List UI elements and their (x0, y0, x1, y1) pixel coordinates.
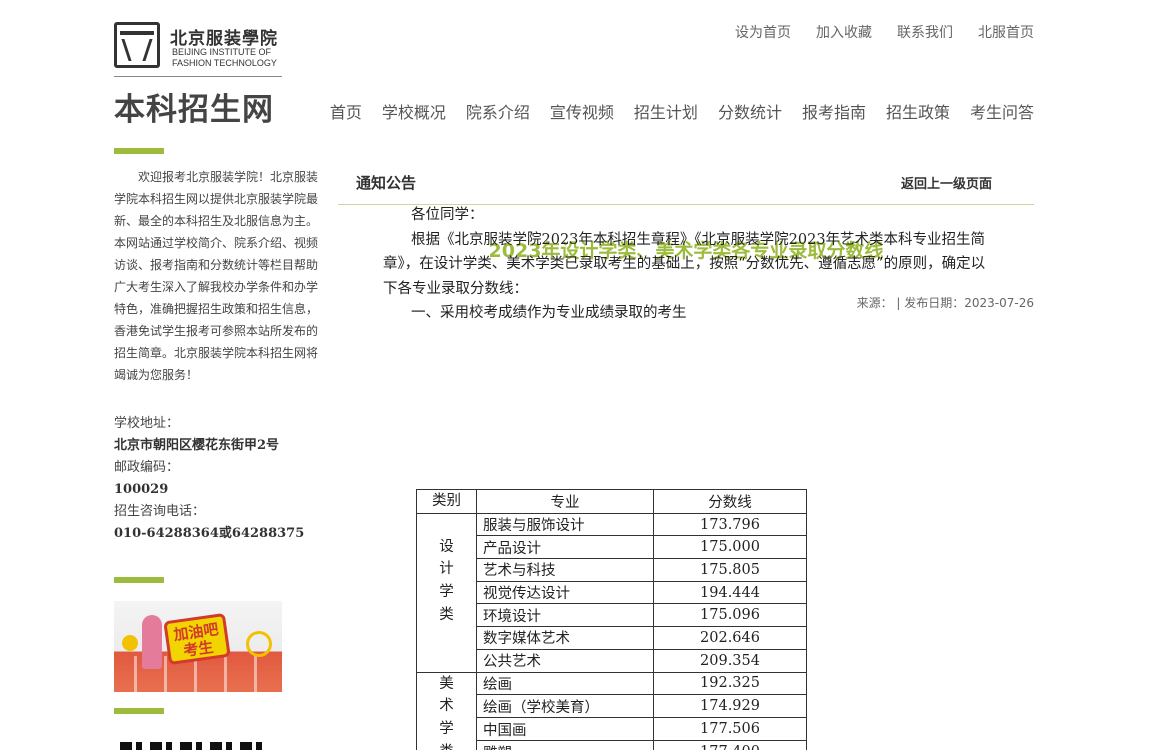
address-label: 学校地址： (114, 416, 180, 431)
category-cell: 设计学类 (416, 512, 477, 673)
logo-english-name: BEIJING INSTITUTE OF FASHION TECHNOLOGY (172, 47, 277, 68)
article-paragraph: 根据《北京服装学院2023年本科招生章程》《北京服装学院2023年艺术类本科专业… (383, 231, 986, 297)
score-cell: 194.444 (653, 580, 807, 605)
top-link-bift-home[interactable]: 北服首页 (978, 22, 1034, 42)
score-cell: 174.929 (653, 694, 807, 719)
category-cell: 美术学类 (416, 671, 477, 750)
phone-label: 招生咨询电话： (114, 504, 206, 519)
major-cell: 中国画 (476, 717, 654, 742)
nav-item-guide[interactable]: 报考指南 (802, 99, 866, 123)
top-link-set-homepage[interactable]: 设为首页 (735, 22, 791, 42)
table-header: 类别 (416, 489, 477, 514)
table-header-row: 类别 专业 分数线 (416, 489, 807, 514)
top-link-add-favorite[interactable]: 加入收藏 (816, 22, 872, 42)
back-link[interactable]: 返回上一级页面 (901, 173, 992, 192)
table-row: 美术学类 绘画 192.325 (416, 671, 807, 750)
major-cell: 绘画 (476, 671, 654, 696)
score-cell: 175.000 (653, 535, 807, 560)
score-cell: 173.796 (653, 512, 807, 537)
cheer-banner-image[interactable]: 加油吧考生 (114, 601, 282, 692)
score-cell: 177.506 (653, 717, 807, 742)
sidebar-intro: 欢迎报考北京服装学院！北京服装学院本科招生网以提供北京服装学院最新、最全的本科招… (114, 170, 319, 382)
table-header: 分数线 (653, 489, 807, 514)
table-header: 专业 (476, 489, 654, 514)
greeting: 各位同学： (411, 207, 484, 223)
major-cell: 艺术与科技 (476, 558, 654, 582)
score-cell: 177.400 (653, 740, 807, 750)
score-cell: 209.354 (653, 648, 807, 673)
school-emblem-icon (114, 22, 160, 68)
sidebar-accent-bar (114, 708, 164, 714)
section-title: 通知公告 (356, 174, 417, 192)
sidebar-contact: 学校地址： 北京市朝阳区樱花东街甲2号 邮政编码： 100029 招生咨询电话：… (114, 413, 320, 545)
phone-value: 010-64288364或64288375 (114, 526, 305, 541)
logo-chinese-name: 北京服装學院 (170, 29, 278, 49)
score-cell: 202.646 (653, 626, 807, 650)
major-cell: 公共艺术 (476, 648, 654, 673)
score-cell: 192.325 (653, 671, 807, 696)
nav-item-scores[interactable]: 分数统计 (718, 99, 782, 123)
nav-item-departments[interactable]: 院系介绍 (466, 99, 530, 123)
article-body: 各位同学： 根据《北京服装学院2023年本科招生章程》《北京服装学院2023年艺… (383, 203, 993, 326)
article-subheading: 一、采用校考成绩作为专业成绩录取的考生 (411, 305, 687, 321)
site-title[interactable]: 本科招生网 (114, 84, 274, 129)
nav-item-policy[interactable]: 招生政策 (886, 99, 950, 123)
postcode-label: 邮政编码： (114, 460, 180, 475)
postcode-value: 100029 (114, 482, 169, 497)
score-cell: 175.805 (653, 558, 807, 582)
address-value: 北京市朝阳区樱花东街甲2号 (114, 438, 280, 453)
nav-item-plan[interactable]: 招生计划 (634, 99, 698, 123)
major-cell: 服装与服饰设计 (476, 512, 654, 537)
major-cell: 数字媒体艺术 (476, 626, 654, 650)
score-table: 类别 专业 分数线 设计学类 服装与服饰设计 173.796 产品设计 175.… (416, 489, 807, 750)
nav-item-home[interactable]: 首页 (330, 99, 362, 123)
major-cell: 绘画（学校美育） (476, 694, 654, 719)
major-cell: 雕塑 (476, 740, 654, 750)
banner-slogan: 加油吧考生 (163, 612, 231, 666)
nav-item-overview[interactable]: 学校概况 (382, 99, 446, 123)
section-header: 通知公告 返回上一级页面 (338, 160, 1034, 205)
major-cell: 产品设计 (476, 535, 654, 560)
major-cell: 环境设计 (476, 603, 654, 628)
score-cell: 175.096 (653, 603, 807, 628)
sidebar-accent-bar (114, 577, 164, 583)
top-link-contact[interactable]: 联系我们 (897, 22, 953, 42)
nav-item-videos[interactable]: 宣传视频 (550, 99, 614, 123)
table-row: 设计学类 服装与服饰设计 173.796 (416, 512, 807, 673)
article-panel: 通知公告 返回上一级页面 2023年设计学类、美术学类各专业录取分数线 来源： … (338, 160, 1034, 310)
sidebar-accent-bar (114, 148, 164, 154)
logo-divider (114, 76, 282, 77)
cheering-student-figure (142, 615, 162, 669)
nav-item-faq[interactable]: 考生问答 (970, 99, 1034, 123)
top-links: 设为首页 加入收藏 联系我们 北服首页 (735, 22, 1034, 42)
major-cell: 视觉传达设计 (476, 580, 654, 605)
main-nav: 首页 学校概况 院系介绍 宣传视频 招生计划 分数统计 报考指南 招生政策 考生… (330, 99, 1034, 123)
qr-code-image (120, 742, 270, 750)
